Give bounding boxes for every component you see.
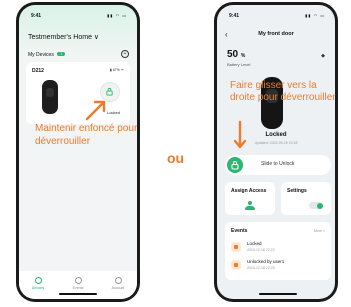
device-card[interactable]: D212 ▮ 67% ᯤ Locked — [26, 62, 130, 124]
page-title: My front door — [258, 31, 294, 37]
tab-account-label: Account — [111, 286, 125, 290]
event-row[interactable]: Locked 2024-12-18 22:22 — [231, 241, 327, 255]
tab-events-label: Events — [72, 286, 84, 290]
event-row[interactable]: Unlocked by user1 2024-12-18 22:20 — [231, 259, 327, 273]
right-phone-frame: 9:41 ▮▮ ◠ ▭ ‹ My front door 50 % Battery… — [214, 2, 338, 302]
battery-number: 50 — [227, 49, 239, 60]
assign-access-label: Assign Access — [231, 188, 267, 194]
tab-account[interactable]: Account — [103, 277, 133, 290]
event-title: Unlocked by user1 — [247, 259, 285, 264]
devices-label-text: My Devices — [28, 52, 54, 58]
tab-devices[interactable]: Devices — [23, 277, 53, 290]
or-separator: ou — [167, 150, 185, 166]
tab-events[interactable]: Events — [63, 277, 93, 290]
account-tab-icon — [114, 277, 122, 284]
battery-level-value: 50 % — [227, 49, 245, 60]
lock-event-icon — [231, 242, 241, 252]
person-icon — [245, 201, 255, 210]
home-screen: 9:41 ▮▮ ◠ ▭ Testmember's Home ∨ My Devic… — [19, 5, 137, 299]
hint-right-text: Faire glisser vers la droite pour déverr… — [230, 80, 336, 103]
hint-arrow-left — [85, 100, 106, 121]
slide-to-unlock-track[interactable]: Slide to Unlock — [225, 155, 331, 175]
devices-tab-icon — [34, 277, 42, 284]
bottom-tabbar: Devices Events Account — [19, 271, 137, 299]
events-more-link[interactable]: More > — [314, 229, 325, 233]
home-indicator — [259, 293, 297, 295]
slide-label: Slide to Unlock — [261, 161, 295, 167]
home-selector[interactable]: Testmember's Home ∨ — [28, 33, 99, 41]
status-time: 9:41 — [31, 13, 42, 19]
tab-devices-label: Devices — [31, 286, 45, 290]
event-time: 2024-12-18 22:20 — [247, 266, 275, 270]
add-device-icon[interactable]: + — [121, 50, 129, 58]
assign-access-tile[interactable]: Assign Access — [225, 182, 275, 215]
hint-left-text: Maintenir enfoncé pour déverrouiller — [35, 123, 138, 147]
status-icons: ▮▮ ◠ ▭ — [107, 13, 127, 18]
settings-tile[interactable]: Settings — [281, 182, 331, 215]
padlock-icon — [231, 161, 239, 170]
hint-slide-to-unlock: Faire glisser vers la droite pour déverr… — [230, 80, 340, 104]
device-name: D212 — [32, 68, 44, 74]
settings-label: Settings — [287, 188, 307, 194]
events-title: Events — [231, 228, 248, 234]
hint-arrow-right — [233, 120, 247, 149]
status-icons: ▮▮ ◠ ▭ — [305, 13, 325, 18]
home-indicator — [59, 293, 97, 295]
padlock-icon — [106, 87, 113, 96]
device-battery: ▮ 67% ᯤ — [109, 68, 124, 72]
wifi-icon: ◆ — [321, 53, 325, 59]
settings-toggle-icon — [309, 202, 323, 209]
left-phone-frame: 9:41 ▮▮ ◠ ▭ Testmember's Home ∨ My Devic… — [16, 2, 140, 302]
devices-count-badge: 1 — [57, 52, 66, 56]
hint-hold-to-unlock: Maintenir enfoncé pour déverrouiller — [35, 122, 139, 148]
event-title: Locked — [247, 241, 262, 246]
unlock-event-icon — [231, 260, 241, 270]
smart-lock-image — [42, 80, 58, 114]
devices-section-label: My Devices 1 — [28, 52, 66, 58]
battery-unit: % — [240, 53, 246, 59]
events-card: Events More > Locked 2024-12-18 22:22 Un… — [225, 222, 331, 280]
event-time: 2024-12-18 22:22 — [247, 248, 275, 252]
battery-level-label: Battery Level — [227, 62, 251, 67]
events-tab-icon — [74, 277, 82, 284]
lock-status-text: Locked — [107, 110, 120, 115]
status-time: 9:41 — [229, 13, 240, 19]
slide-knob[interactable] — [227, 157, 243, 173]
lock-detail-screen: 9:41 ▮▮ ◠ ▭ ‹ My front door 50 % Battery… — [217, 5, 335, 299]
